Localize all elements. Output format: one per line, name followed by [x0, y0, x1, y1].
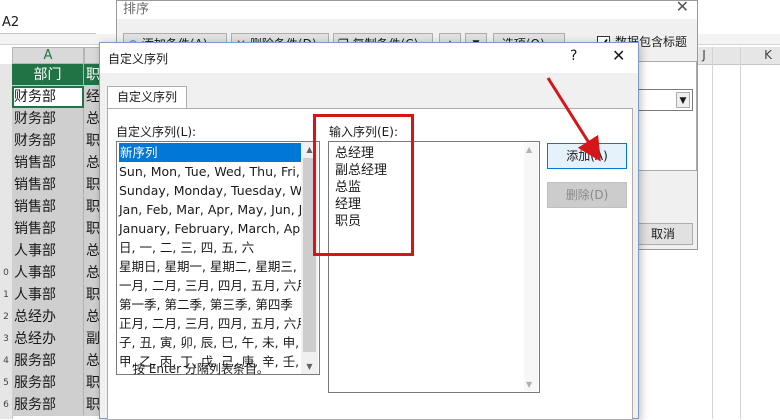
cell[interactable]: 财务部 [12, 108, 84, 130]
close-icon[interactable]: ✕ [612, 46, 625, 65]
cell[interactable]: 销售部 [12, 196, 84, 218]
row-number[interactable]: 5 [0, 378, 12, 388]
custom-list-item[interactable]: 子, 丑, 寅, 卯, 辰, 巳, 午, 未, 申, 酉 [119, 333, 316, 352]
row-number[interactable]: 4 [0, 356, 12, 366]
cell[interactable]: 财务部 [12, 86, 84, 108]
gridline [740, 47, 741, 419]
row-number[interactable]: 1 [0, 290, 12, 300]
delete-button[interactable]: 删除(D) [547, 182, 627, 208]
cell[interactable]: 人事部 [12, 240, 84, 262]
cell[interactable]: 总经办 [12, 328, 84, 350]
custom-list-item[interactable]: January, February, March, April [119, 219, 312, 238]
hint-text: 按 Enter 分隔列表条目。 [133, 362, 269, 376]
sort-dialog-title: 排序 [123, 2, 150, 17]
column-header-k[interactable]: K [760, 47, 776, 64]
red-arrow-icon [546, 77, 601, 162]
cell[interactable]: 服务部 [12, 394, 84, 416]
cell[interactable]: 服务部 [12, 372, 84, 394]
custom-list-item[interactable]: 正月, 二月, 三月, 四月, 五月, 六月, [119, 314, 313, 333]
cell[interactable]: 人事部 [12, 262, 84, 284]
custom-list-item[interactable]: 第一季, 第二季, 第三季, 第四季 [119, 295, 293, 314]
custom-list-item[interactable]: Sunday, Monday, Tuesday, Wed [119, 181, 317, 200]
highlight-box [313, 114, 414, 256]
tab-custom-lists[interactable]: 自定义序列 [107, 86, 187, 108]
cell[interactable]: 销售部 [12, 218, 84, 240]
header-cell[interactable]: 部门 [12, 64, 84, 86]
gridline [712, 47, 713, 419]
custom-list-item[interactable]: Jan, Feb, Mar, Apr, May, Jun, Ju [119, 200, 310, 219]
scroll-down-icon[interactable]: ▼ [301, 359, 318, 374]
column-header-a[interactable]: A [12, 47, 84, 64]
row-number[interactable]: 6 [0, 400, 12, 410]
cell[interactable]: 财务部 [12, 130, 84, 152]
scroll-up-icon[interactable]: ▲ [526, 145, 532, 154]
name-box[interactable]: A2 [0, 12, 96, 34]
cell[interactable]: 总经办 [12, 306, 84, 328]
chevron-down-icon: ▼ [676, 92, 690, 108]
custom-lists-title: 自定义序列 [108, 52, 169, 66]
cell[interactable]: 服务部 [12, 350, 84, 372]
help-icon[interactable]: ? [570, 48, 577, 64]
custom-lists-label: 自定义序列(L): [116, 125, 197, 139]
row-number[interactable]: 3 [0, 334, 12, 344]
row-number[interactable]: 0 [0, 268, 12, 278]
sort-dialog-titlebar: 排序 ✕ [117, 0, 697, 19]
sort-close-icon[interactable]: ✕ [676, 0, 689, 16]
entries-scrollbar[interactable]: ▲ ▼ [524, 143, 538, 391]
custom-lists-titlebar: 自定义序列 ? ✕ [100, 43, 638, 73]
custom-list-item[interactable]: Sun, Mon, Tue, Wed, Thu, Fri, S [119, 162, 312, 181]
custom-lists-listbox[interactable]: 新序列 Sun, Mon, Tue, Wed, Thu, Fri, S Sunday… [116, 141, 320, 375]
cell[interactable]: 销售部 [12, 152, 84, 174]
column-header-j[interactable]: J [696, 47, 712, 64]
cell[interactable]: 人事部 [12, 284, 84, 306]
order-dropdown[interactable]: ▼ [633, 89, 693, 111]
custom-list-item[interactable]: 日, 一, 二, 三, 四, 五, 六 [119, 238, 254, 257]
cell[interactable]: 销售部 [12, 174, 84, 196]
sort-level-area [633, 61, 697, 171]
sort-cancel-button[interactable]: 取消 [633, 223, 693, 245]
row-number[interactable]: 2 [0, 312, 12, 322]
custom-list-item[interactable]: 新序列 [119, 143, 303, 162]
custom-list-item[interactable]: 一月, 二月, 三月, 四月, 五月, 六月, [119, 276, 313, 295]
custom-list-item[interactable]: 星期日, 星期一, 星期二, 星期三, 星 [119, 257, 313, 276]
scroll-down-icon[interactable]: ▼ [526, 380, 532, 389]
